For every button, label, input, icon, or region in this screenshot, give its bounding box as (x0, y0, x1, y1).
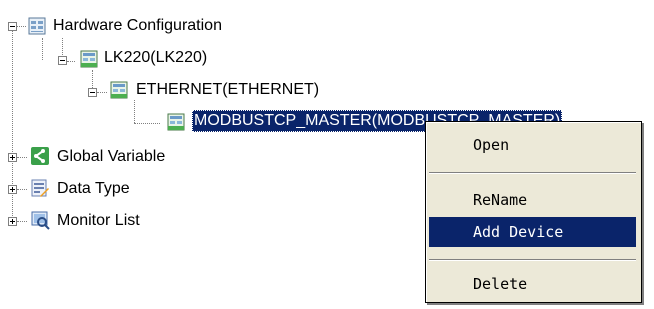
share-icon (31, 147, 49, 165)
tree-item-monitor-list[interactable]: Monitor List (57, 210, 140, 232)
tree-line (134, 123, 160, 124)
tree-item-data-type[interactable]: Data Type (57, 178, 130, 200)
collapse-toggle[interactable] (8, 22, 17, 31)
data-type-icon (31, 179, 49, 197)
tree-item-lk220[interactable]: LK220(LK220) (104, 47, 207, 69)
menu-item-delete[interactable]: Delete (429, 269, 636, 299)
tree-line (97, 92, 107, 93)
collapse-toggle[interactable] (58, 56, 67, 65)
collapse-toggle[interactable] (88, 88, 97, 97)
tree-item-ethernet[interactable]: ETHERNET(ETHERNET) (136, 79, 319, 101)
menu-item-rename[interactable]: ReName (429, 185, 636, 215)
controller-module-icon (80, 50, 98, 68)
expand-toggle[interactable] (8, 217, 17, 226)
device-module-icon (167, 113, 185, 131)
context-menu: Open ReName Add Device Delete (425, 121, 642, 303)
expand-toggle[interactable] (8, 153, 17, 162)
tree-line (17, 189, 27, 190)
tree-item-hardware-configuration[interactable]: Hardware Configuration (53, 15, 222, 37)
tree-line (17, 26, 26, 27)
tree-line (42, 38, 43, 60)
tree-line (62, 38, 63, 57)
tree-line (17, 221, 27, 222)
tree-line (12, 30, 13, 224)
hardware-config-icon (28, 17, 46, 35)
menu-separator (429, 259, 636, 261)
menu-separator (429, 172, 636, 174)
tree-line (67, 61, 75, 62)
tree-line (17, 157, 27, 158)
tree-line (134, 100, 135, 123)
expand-toggle[interactable] (8, 185, 17, 194)
menu-item-open[interactable]: Open (429, 130, 636, 160)
menu-item-add-device[interactable]: Add Device (429, 217, 636, 247)
monitor-icon (31, 211, 50, 230)
tree-item-global-variable[interactable]: Global Variable (57, 146, 165, 168)
ethernet-module-icon (110, 81, 128, 99)
tree-line (92, 70, 93, 88)
